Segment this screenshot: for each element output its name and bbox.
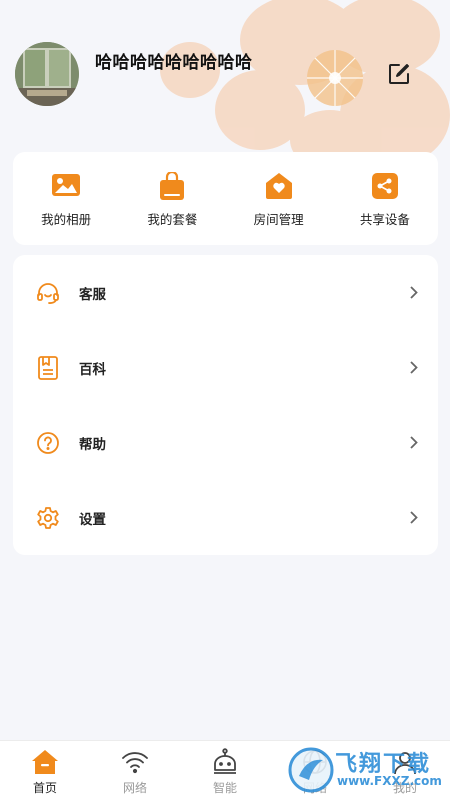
book-icon [35,355,61,381]
quick-label: 共享设备 [359,212,410,227]
menu-label: 百科 [79,361,106,378]
user-icon [391,748,419,776]
quick-label: 房间管理 [253,212,304,227]
shopping-bag-icon [158,172,186,200]
robot-icon [211,748,239,776]
chevron-right-icon [408,511,420,525]
quick-item-room[interactable]: 房间管理 [226,152,332,245]
chevron-right-icon [408,361,420,375]
quick-label: 我的相册 [41,212,92,227]
tab-label: 网络 [122,781,147,795]
edit-icon[interactable] [385,60,413,88]
tab-mine[interactable]: 我的 [360,741,450,800]
menu-list-card: 客服 百科 帮助 设置 [13,255,438,555]
username: 哈哈哈哈哈哈哈哈哈 [95,53,253,73]
bottom-tab-bar: 首页 网络 智能 网络 我的 [0,740,450,800]
quick-item-share[interactable]: 共享设备 [332,152,438,245]
tab-label: 我的 [392,781,417,795]
home-icon [31,748,59,776]
headset-icon [35,280,61,306]
gear-icon [35,505,61,531]
tab-smart[interactable]: 智能 [180,741,270,800]
share-icon [371,172,399,200]
avatar[interactable] [15,42,79,106]
image-icon [52,172,81,200]
home-heart-icon [265,172,293,200]
menu-item-encyclopedia[interactable]: 百科 [13,330,438,405]
quick-item-package[interactable]: 我的套餐 [119,152,225,245]
tab-label: 网络 [302,781,327,795]
quick-label: 我的套餐 [147,212,198,227]
menu-label: 客服 [79,286,106,303]
tab-home[interactable]: 首页 [0,741,90,800]
tab-network-2[interactable]: 网络 [270,741,360,800]
tab-label: 智能 [212,781,237,795]
tab-network[interactable]: 网络 [90,741,180,800]
chevron-right-icon [408,286,420,300]
menu-item-customer-service[interactable]: 客服 [13,255,438,330]
menu-label: 帮助 [79,436,106,453]
menu-item-settings[interactable]: 设置 [13,480,438,555]
help-icon [35,430,61,456]
wifi-icon [121,748,149,776]
menu-item-help[interactable]: 帮助 [13,405,438,480]
globe-icon [301,748,329,776]
menu-label: 设置 [79,511,106,528]
chevron-right-icon [408,436,420,450]
quick-item-album[interactable]: 我的相册 [13,152,119,245]
quick-actions-card: 我的相册 我的套餐 房间管理 共享设备 [13,152,438,245]
profile-section: 哈哈哈哈哈哈哈哈哈 [0,0,450,150]
tab-label: 首页 [32,781,57,795]
